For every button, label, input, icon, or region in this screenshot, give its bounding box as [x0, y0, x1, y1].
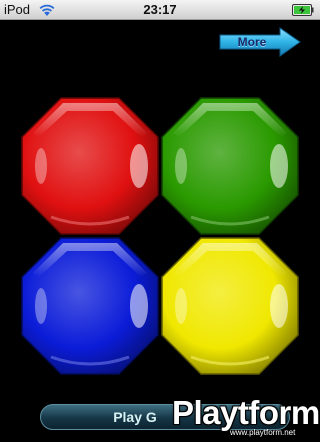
game-board	[0, 0, 320, 442]
watermark: Playtform www.playtform.net	[168, 394, 320, 442]
gem-red[interactable]	[21, 97, 159, 235]
gem-green[interactable]	[161, 97, 299, 235]
watermark-logo: Playtform	[172, 394, 320, 431]
gem-blue[interactable]	[21, 237, 159, 375]
gem-yellow[interactable]	[161, 237, 299, 375]
watermark-url: www.playtform.net	[230, 428, 296, 437]
